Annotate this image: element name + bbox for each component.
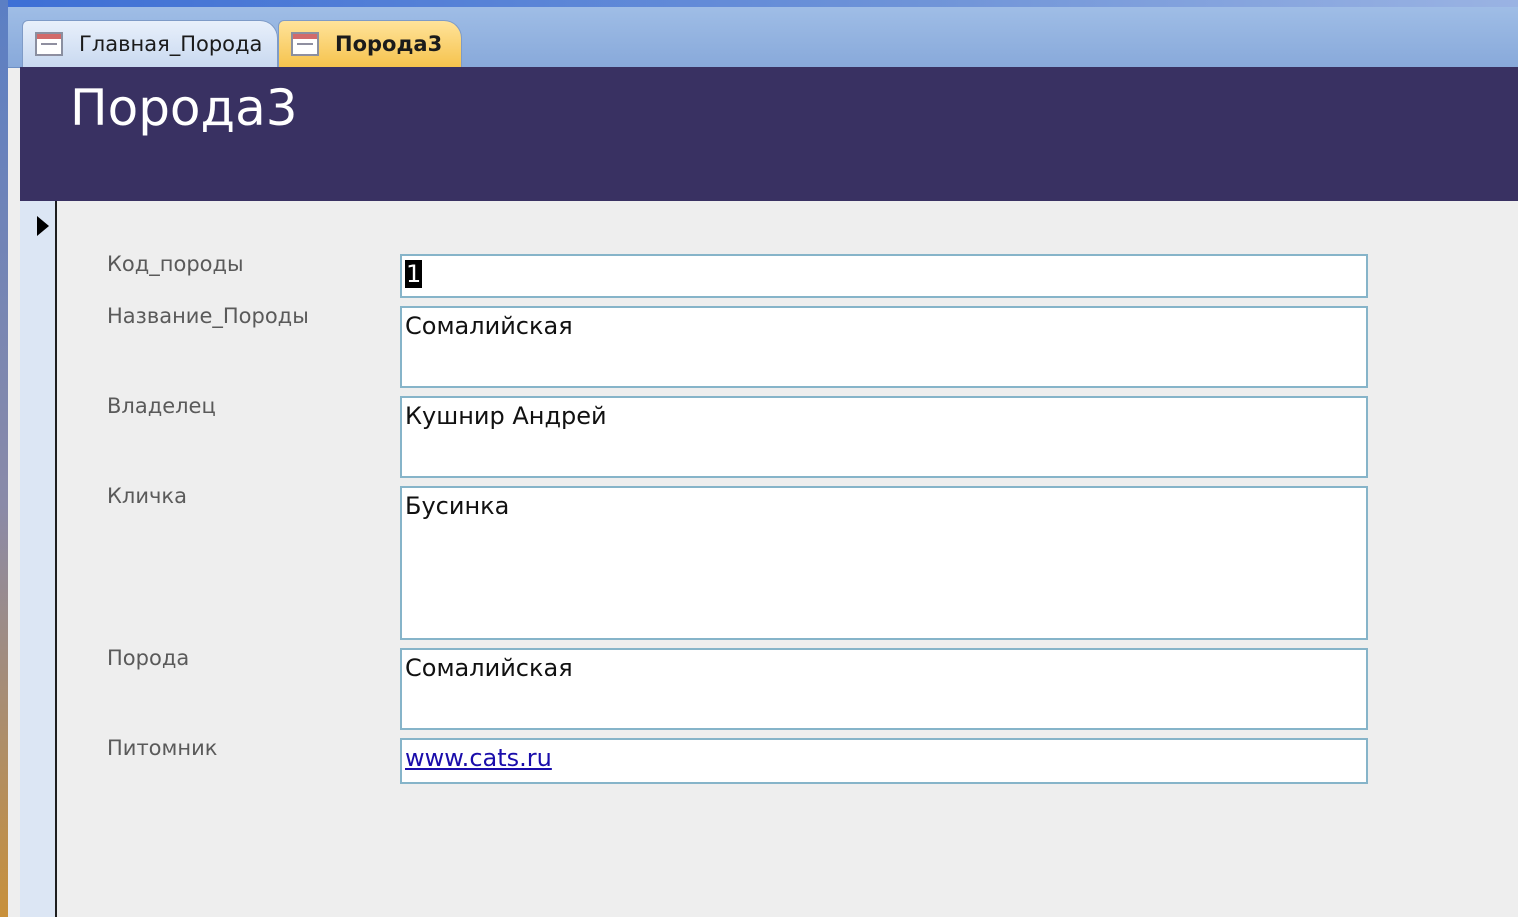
- record-selector[interactable]: [20, 201, 57, 917]
- access-form-window: Главная_Порода Порода3 Порода3 Код_пород…: [8, 7, 1518, 917]
- document-tab-bar: Главная_Порода Порода3: [8, 7, 1518, 68]
- form-title: Порода3: [70, 79, 298, 137]
- field-value: Кушнир Андрей: [405, 402, 607, 430]
- label-nazvanie-porody: Название_Породы: [107, 304, 309, 328]
- field-value: 1: [405, 260, 423, 288]
- field-nazvanie-porody[interactable]: Сомалийская: [400, 306, 1368, 388]
- slide-background-left: [0, 0, 8, 917]
- field-value: Сомалийская: [405, 654, 573, 682]
- tab-label: Порода3: [335, 32, 443, 56]
- field-value: Сомалийская: [405, 312, 573, 340]
- field-klichka[interactable]: Бусинка: [400, 486, 1368, 640]
- label-poroda: Порода: [107, 646, 190, 670]
- form-detail-section: Код_породы 1 Название_Породы Сомалийская…: [57, 201, 1518, 917]
- field-value: Бусинка: [405, 492, 510, 520]
- label-klichka: Кличка: [107, 484, 187, 508]
- field-poroda[interactable]: Сомалийская: [400, 648, 1368, 730]
- label-kod-porody: Код_породы: [107, 252, 244, 276]
- pitomnik-hyperlink[interactable]: www.cats.ru: [405, 744, 552, 772]
- field-kod-porody[interactable]: 1: [400, 254, 1368, 298]
- current-record-arrow-icon: [37, 216, 49, 236]
- label-vladelets: Владелец: [107, 394, 216, 418]
- form-icon: [35, 32, 63, 56]
- tab-poroda3[interactable]: Порода3: [278, 20, 462, 67]
- field-pitomnik[interactable]: www.cats.ru: [400, 738, 1368, 784]
- tab-label: Главная_Порода: [79, 32, 263, 56]
- form-header: Порода3: [20, 67, 1518, 201]
- slide-background-top: [0, 0, 1518, 7]
- tab-glavnaya-poroda[interactable]: Главная_Порода: [22, 20, 278, 67]
- label-pitomnik: Питомник: [107, 736, 218, 760]
- field-vladelets[interactable]: Кушнир Андрей: [400, 396, 1368, 478]
- form-icon: [291, 32, 319, 56]
